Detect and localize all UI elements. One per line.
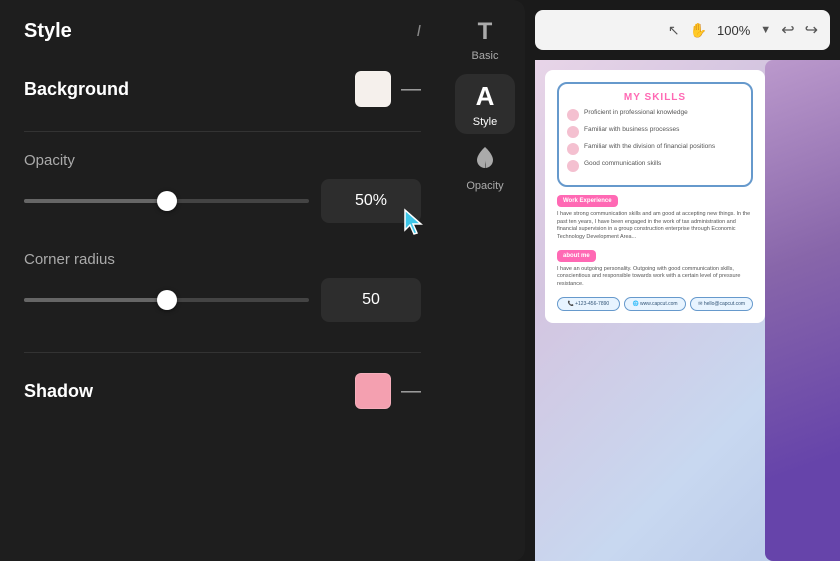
skill-icon-3: [567, 143, 579, 155]
skill-item-3: Familiar with the division of financial …: [567, 143, 743, 155]
panel-title: Style: [24, 20, 72, 43]
contact-row: 📞 +123-456-7890 🌐 www.capcut.com ✉ hello…: [557, 297, 753, 311]
canvas-area[interactable]: MY SKILLS Proficient in professional kno…: [535, 60, 840, 561]
opacity-value-display[interactable]: 50%: [321, 179, 421, 223]
skill-icon-1: [567, 109, 579, 121]
style-panel: Style I Background — Opacity: [0, 0, 445, 561]
mini-toolbar-redo[interactable]: ↪: [805, 20, 818, 40]
contact-email: ✉ hello@capcut.com: [690, 297, 753, 311]
skill-icon-4: [567, 160, 579, 172]
contact-phone: 📞 +123-456-7890: [557, 297, 620, 311]
corner-radius-label: Corner radius: [24, 251, 421, 268]
skill-icon-2: [567, 126, 579, 138]
skill-text-4: Good communication skills: [584, 160, 661, 168]
mini-toolbar-zoom-down[interactable]: ▼: [760, 24, 771, 36]
italic-icon[interactable]: I: [417, 23, 421, 41]
mini-toolbar-undo[interactable]: ↩: [781, 20, 794, 40]
corner-radius-slider-row: 50: [24, 278, 421, 322]
mini-toolbar-zoom[interactable]: 100%: [717, 23, 750, 38]
divider-1: [24, 131, 421, 132]
opacity-toolbar-label: Opacity: [466, 180, 503, 192]
skill-item-1: Proficient in professional knowledge: [567, 109, 743, 121]
opacity-value-wrapper[interactable]: 50%: [321, 179, 421, 223]
about-label: about me: [557, 250, 596, 262]
mini-toolbar: ↖ ✋ 100% ▼ ↩ ↪: [535, 10, 830, 50]
opacity-slider-container[interactable]: [24, 191, 309, 211]
style-icon: A: [476, 81, 495, 112]
basic-label: Basic: [472, 50, 499, 62]
background-minus[interactable]: —: [401, 79, 421, 99]
floating-toolbar: T Basic A Style Opacity: [445, 0, 525, 561]
skill-item-4: Good communication skills: [567, 160, 743, 172]
shadow-minus[interactable]: —: [401, 381, 421, 401]
contact-web: 🌐 www.capcut.com: [624, 297, 687, 311]
skill-text-2: Familiar with business processes: [584, 126, 679, 134]
about-text: I have an outgoing personality. Outgoing…: [557, 266, 753, 289]
resume-card: MY SKILLS Proficient in professional kno…: [545, 70, 765, 323]
corner-radius-slider-fill: [24, 298, 167, 302]
shadow-section: Shadow —: [24, 373, 421, 409]
person-photo: [765, 60, 840, 561]
shadow-header: Shadow —: [24, 373, 421, 409]
shadow-controls: —: [355, 373, 421, 409]
right-side: T Basic A Style Opacity ↖ ✋ 100%: [445, 0, 840, 561]
opacity-slider-track: [24, 199, 309, 203]
corner-radius-slider-track: [24, 298, 309, 302]
skill-text-3: Familiar with the division of financial …: [584, 143, 715, 151]
corner-radius-slider-thumb[interactable]: [157, 290, 177, 310]
background-header: Background —: [24, 71, 421, 107]
skills-title: MY SKILLS: [567, 92, 743, 103]
opacity-slider-thumb[interactable]: [157, 191, 177, 211]
corner-radius-row: Corner radius 50: [24, 251, 421, 322]
mini-toolbar-cursor-icon[interactable]: ↖: [668, 22, 680, 39]
background-title: Background: [24, 79, 129, 100]
corner-radius-value-wrapper[interactable]: 50: [321, 278, 421, 322]
opacity-row: Opacity 50%: [24, 152, 421, 223]
background-section: Background —: [24, 71, 421, 107]
skill-text-1: Proficient in professional knowledge: [584, 109, 688, 117]
opacity-icon: [472, 144, 498, 176]
background-color-swatch[interactable]: [355, 71, 391, 107]
corner-radius-value-display[interactable]: 50: [321, 278, 421, 322]
work-label: Work Experience: [557, 195, 618, 207]
opacity-slider-row: 50%: [24, 179, 421, 223]
style-label: Style: [473, 116, 497, 128]
corner-radius-slider-container[interactable]: [24, 290, 309, 310]
opacity-slider-fill: [24, 199, 167, 203]
shadow-title: Shadow: [24, 381, 93, 402]
background-controls: —: [355, 71, 421, 107]
opacity-label: Opacity: [24, 152, 421, 169]
toolbar-item-opacity[interactable]: Opacity: [455, 138, 515, 198]
shadow-color-swatch[interactable]: [355, 373, 391, 409]
divider-2: [24, 352, 421, 353]
skills-section: MY SKILLS Proficient in professional kno…: [557, 82, 753, 187]
mini-toolbar-hand-icon[interactable]: ✋: [690, 22, 707, 39]
skill-item-2: Familiar with business processes: [567, 126, 743, 138]
panel-header: Style I: [24, 20, 421, 43]
toolbar-item-basic[interactable]: T Basic: [455, 10, 515, 70]
app-container: Style I Background — Opacity: [0, 0, 840, 561]
work-text: I have strong communication skills and a…: [557, 211, 753, 242]
toolbar-item-style[interactable]: A Style: [455, 74, 515, 134]
basic-icon: T: [478, 18, 493, 46]
